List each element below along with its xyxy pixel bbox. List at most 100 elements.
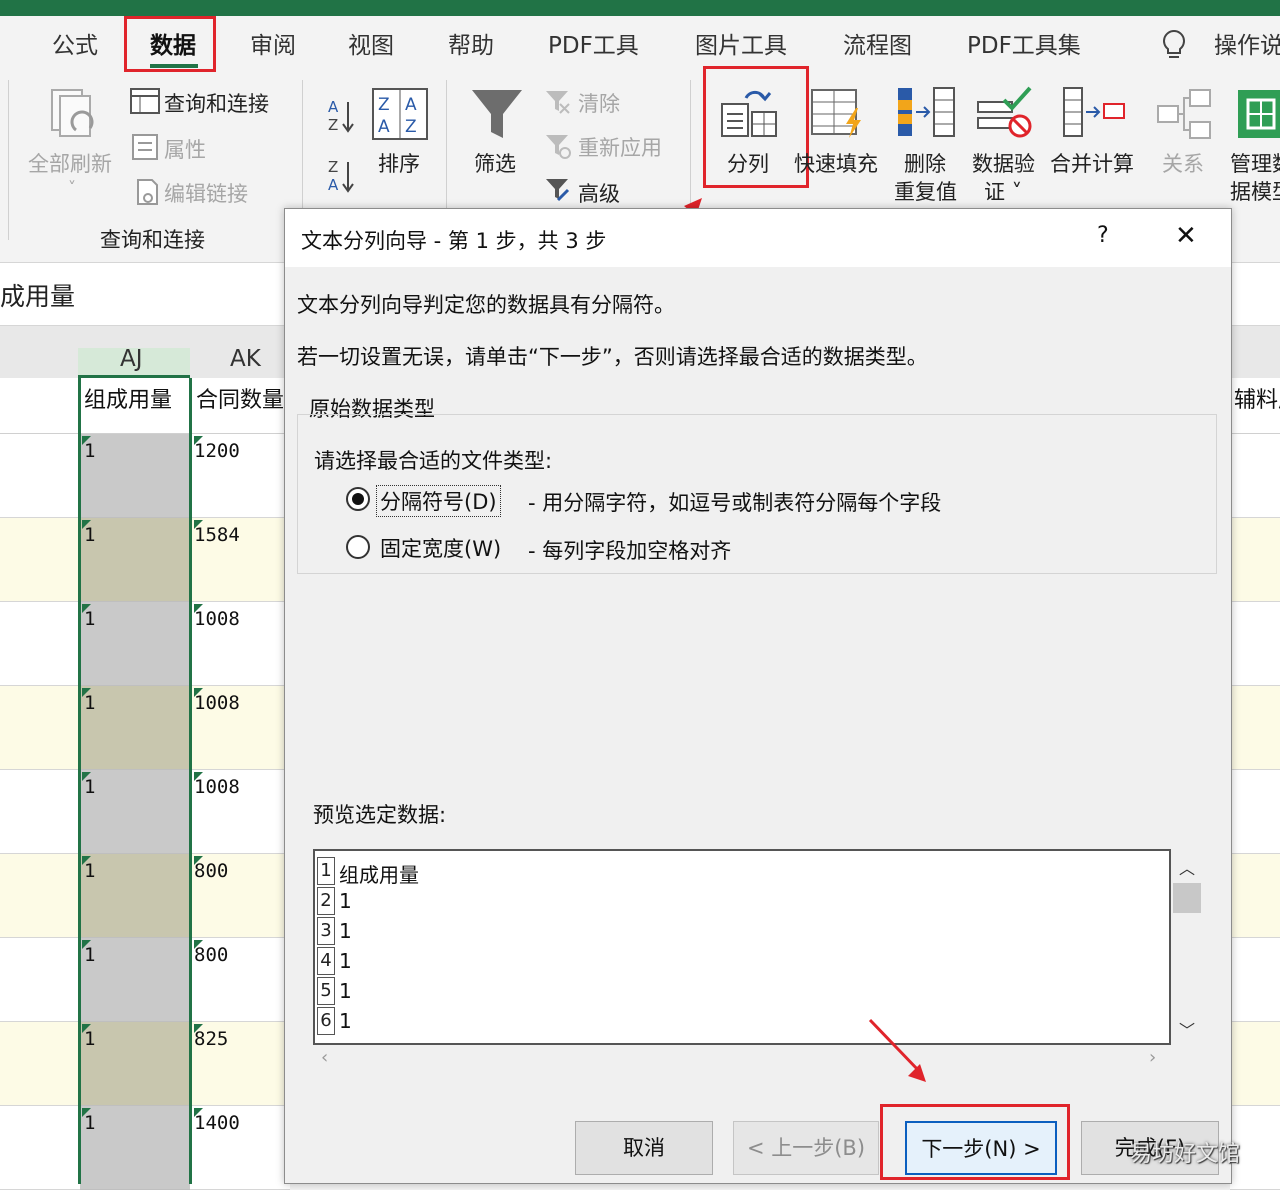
cell-ak-value: 800 (194, 860, 229, 882)
clear-button[interactable]: 清除 (578, 88, 620, 118)
column-label-ak[interactable]: AK (230, 346, 261, 372)
properties-icon (132, 134, 158, 160)
option-delimited-label[interactable]: 分隔符号(D) (376, 485, 501, 517)
header-cell-right[interactable]: 辅料成 (1230, 378, 1280, 434)
svg-text:A: A (328, 176, 339, 194)
option-fixed-width-desc: - 每列字段加空格对齐 (528, 539, 732, 563)
svg-text:Z: Z (378, 95, 390, 115)
cell-right[interactable] (1230, 434, 1280, 518)
preview-row-number: 6 (317, 1007, 335, 1035)
scroll-right-icon[interactable]: › (1149, 1047, 1156, 1068)
column-label-aj: AJ (120, 346, 143, 372)
tab-pdf-toolset[interactable]: PDF工具集 (967, 26, 1081, 60)
reapply-button[interactable]: 重新应用 (578, 132, 662, 162)
edit-links-icon (137, 179, 158, 205)
properties-button[interactable]: 属性 (164, 134, 206, 164)
cell-ak-value: 1584 (194, 524, 240, 546)
refresh-all-icon (51, 89, 94, 137)
formula-bar-right (1230, 262, 1280, 326)
preview-row-number: 4 (317, 947, 335, 975)
dialog-title: 文本分列向导 - 第 1 步，共 3 步 (301, 229, 607, 253)
formula-bar[interactable]: 成用量 (0, 262, 290, 326)
data-validation-dropdown[interactable]: 证 ˅ (984, 176, 1022, 206)
close-button[interactable]: ✕ (1175, 221, 1197, 251)
advanced-filter-icon (546, 179, 570, 202)
remove-duplicates-label-line2[interactable]: 重复值 (894, 176, 957, 206)
flash-fill-button[interactable]: 快速填充 (794, 148, 878, 178)
help-button[interactable]: ? (1097, 223, 1109, 248)
text-to-columns-dialog: 文本分列向导 - 第 1 步，共 3 步 ? ✕ 文本分列向导判定您的数据具有分… (284, 208, 1232, 1184)
title-bar (0, 0, 1280, 16)
preview-row-value: 1 (339, 919, 352, 943)
relationships-button[interactable]: 关系 (1162, 148, 1204, 178)
scroll-left-icon[interactable]: ‹ (321, 1047, 328, 1068)
consolidate-button[interactable]: 合并计算 (1050, 148, 1134, 178)
sort-za-icon[interactable]: Z A (326, 156, 356, 196)
tab-formulas[interactable]: 公式 (52, 26, 98, 60)
filter-icon (472, 90, 522, 138)
clear-filter-icon (546, 91, 570, 114)
sort-button[interactable]: 排序 (378, 148, 420, 178)
option-delimited-desc: - 用分隔字符，如逗号或制表符分隔每个字段 (528, 491, 942, 515)
refresh-all-button[interactable]: 全部刷新 (28, 148, 112, 178)
cell-right[interactable] (1230, 518, 1280, 602)
svg-text:A: A (328, 98, 339, 116)
cell-ak-value: 800 (194, 944, 229, 966)
manage-data-model-label-line2[interactable]: 据模型 (1230, 176, 1280, 206)
option-fixed-width-label[interactable]: 固定宽度(W) (380, 533, 501, 563)
vertical-scrollbar[interactable]: ︿ ﹀ (1173, 849, 1203, 1045)
preview-pane[interactable]: 1 组成用量 2 1 3 1 4 1 5 1 6 1 (313, 849, 1171, 1045)
cell-right[interactable] (1230, 770, 1280, 854)
manage-data-model-button[interactable]: 管理数 (1230, 148, 1280, 178)
query-table-icon (130, 88, 160, 114)
tab-picture-tools[interactable]: 图片工具 (695, 26, 787, 60)
tab-review[interactable]: 审阅 (250, 26, 296, 60)
radio-selected-dot (352, 493, 364, 505)
preview-row-value: 1 (339, 949, 352, 973)
cell-ak-value: 1400 (194, 1112, 240, 1134)
group-label-queries: 查询和连接 (100, 228, 205, 252)
svg-text:Z: Z (405, 117, 417, 137)
data-validation-icon (977, 86, 1032, 138)
queries-connections-button[interactable]: 查询和连接 (164, 88, 269, 118)
edit-links-button[interactable]: 编辑链接 (164, 178, 248, 208)
tab-pdf-tools[interactable]: PDF工具 (548, 26, 639, 60)
scrollbar-thumb[interactable] (1173, 883, 1201, 913)
cell-ak-value: 1200 (194, 440, 240, 462)
tab-flowchart[interactable]: 流程图 (843, 26, 912, 60)
lightbulb-icon[interactable] (1160, 28, 1188, 62)
svg-text:A: A (378, 117, 390, 137)
cancel-button[interactable]: 取消 (575, 1121, 713, 1175)
remove-duplicates-button[interactable]: 删除 (904, 148, 946, 178)
tab-help[interactable]: 帮助 (448, 26, 494, 60)
tab-tell-me[interactable]: 操作说 (1214, 26, 1280, 60)
tab-view[interactable]: 视图 (348, 26, 394, 60)
header-cell-blank[interactable] (0, 378, 80, 434)
dialog-info-line2: 若一切设置无误，请单击“下一步”，否则请选择最合适的数据类型。 (297, 345, 928, 369)
sort-az-icon[interactable]: A Z (326, 96, 356, 136)
cell-right[interactable] (1230, 1022, 1280, 1106)
horizontal-scrollbar[interactable]: ‹ › (313, 1045, 1171, 1075)
radio-delimited[interactable] (346, 487, 370, 511)
radio-fixed-width[interactable] (346, 535, 370, 559)
scroll-up-icon[interactable]: ︿ (1179, 855, 1195, 879)
cell-right[interactable] (1230, 686, 1280, 770)
cell-right[interactable] (1230, 602, 1280, 686)
chevron-down-icon[interactable]: ˅ (68, 178, 76, 197)
preview-row-value: 1 (339, 1009, 352, 1033)
cell-ak-value: 1008 (194, 692, 240, 714)
svg-text:Z: Z (328, 158, 338, 176)
scroll-down-icon[interactable]: ﹀ (1179, 1017, 1195, 1041)
cell-ak-value: 1008 (194, 776, 240, 798)
header-cell-ak[interactable]: 合同数量 (192, 378, 290, 434)
filter-button[interactable]: 筛选 (474, 148, 516, 178)
back-button[interactable]: < 上一步(B) (733, 1121, 879, 1175)
preview-row-number: 5 (317, 977, 335, 1005)
cell-right[interactable] (1230, 938, 1280, 1022)
dialog-info-line1: 文本分列向导判定您的数据具有分隔符。 (297, 293, 675, 317)
advanced-filter-button[interactable]: 高级 (578, 178, 620, 208)
data-validation-button[interactable]: 数据验 (972, 148, 1035, 178)
preview-row-value: 组成用量 (339, 863, 419, 887)
cell-right[interactable] (1230, 854, 1280, 938)
preview-row-value: 1 (339, 979, 352, 1003)
